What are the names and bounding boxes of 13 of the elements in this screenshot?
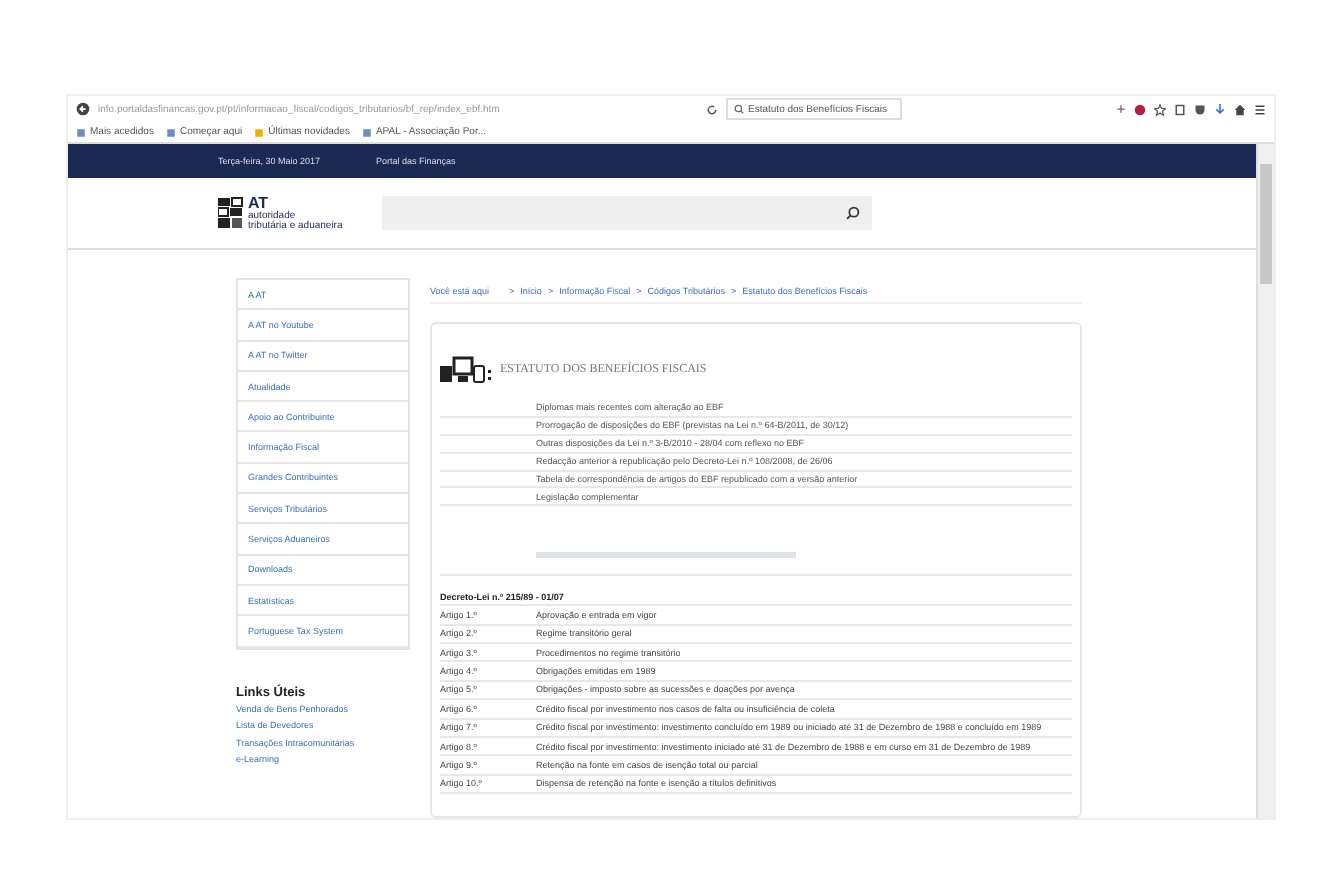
scrollbar[interactable] — [1256, 144, 1274, 818]
site-search-field[interactable] — [382, 196, 873, 230]
back-icon[interactable] — [76, 102, 90, 116]
star-icon[interactable] — [1154, 103, 1166, 115]
add-icon[interactable] — [1116, 104, 1126, 114]
devices-icon — [440, 356, 492, 384]
clipboard-icon[interactable] — [1174, 103, 1186, 115]
search-icon[interactable] — [846, 206, 861, 220]
menu-icon[interactable] — [1254, 103, 1266, 115]
reload-icon[interactable] — [706, 103, 718, 115]
search-icon — [734, 104, 744, 114]
home-icon[interactable] — [1234, 103, 1246, 115]
download-icon[interactable] — [1214, 103, 1226, 115]
